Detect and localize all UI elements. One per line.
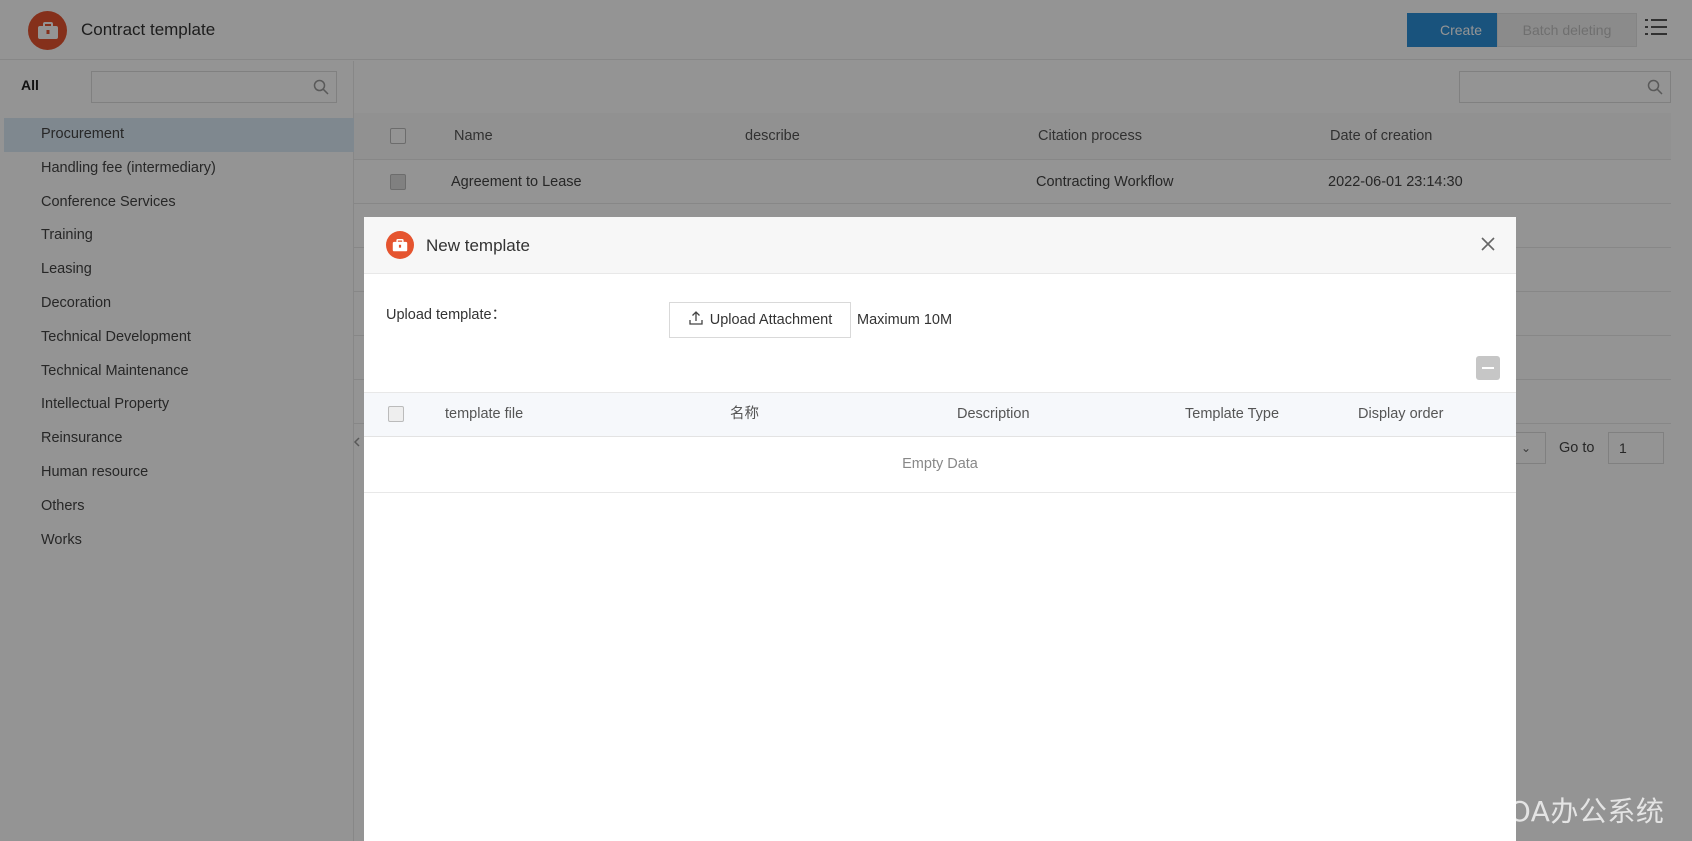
- minus-icon: [1482, 367, 1494, 369]
- briefcase-icon: [386, 231, 414, 259]
- close-icon[interactable]: [1478, 234, 1498, 254]
- max-size-hint: Maximum 10M: [857, 312, 953, 328]
- upload-attachment-button[interactable]: Upload Attachment: [669, 302, 851, 338]
- column-header-description: Description: [957, 406, 1030, 422]
- dialog-header: New template: [364, 217, 1516, 274]
- new-template-dialog: New template Upload template： Upload Att…: [364, 217, 1516, 841]
- upload-attachment-label: Upload Attachment: [709, 312, 833, 328]
- dialog-title: New template: [426, 236, 530, 255]
- table-header: template file 名称 Description Template Ty…: [364, 392, 1516, 437]
- watermark: CSDN @泛微OA办公系统: [1332, 795, 1665, 828]
- select-all-checkbox[interactable]: [388, 406, 404, 422]
- upload-template-label: Upload template：: [386, 307, 507, 323]
- column-header-display-order: Display order: [1358, 406, 1444, 422]
- column-header-template-file: template file: [445, 406, 524, 422]
- template-file-table: template file 名称 Description Template Ty…: [364, 392, 1516, 493]
- upload-icon: [688, 310, 704, 330]
- column-header-template-type: Template Type: [1185, 406, 1280, 422]
- empty-data-message: Empty Data: [364, 437, 1516, 493]
- remove-row-button[interactable]: [1476, 356, 1500, 380]
- column-header-name-cn: 名称: [730, 406, 759, 422]
